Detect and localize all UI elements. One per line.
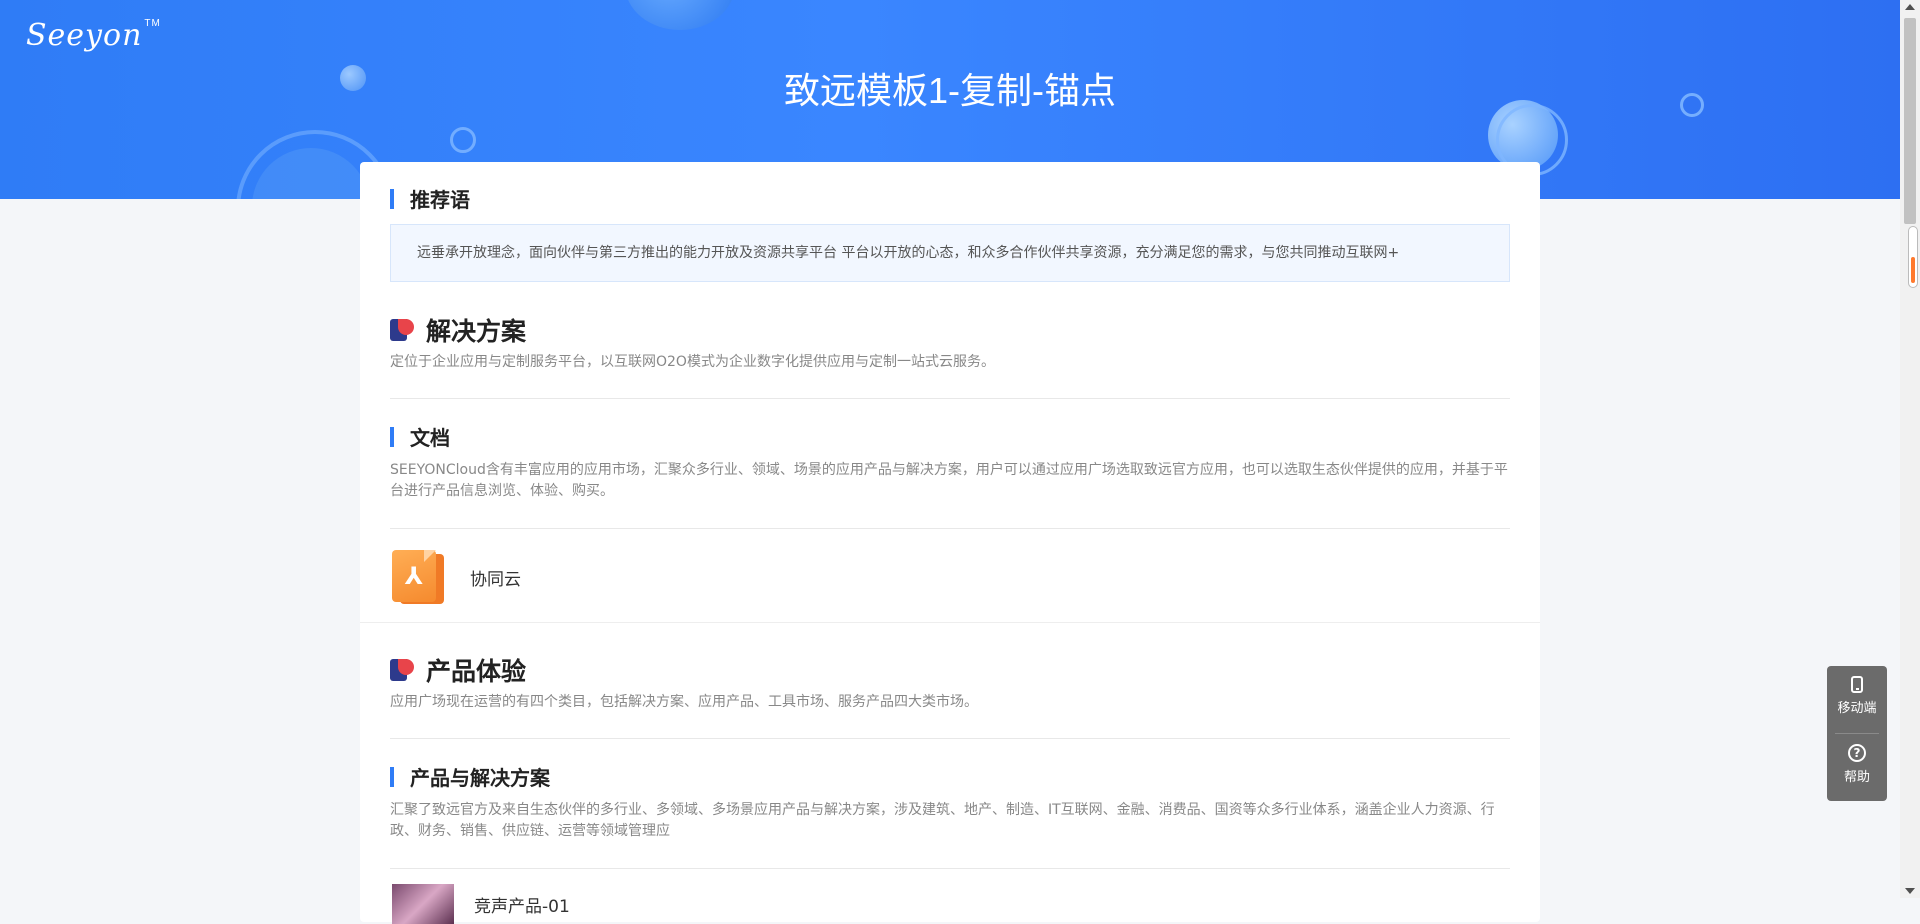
solutions-desc: 定位于企业应用与定制服务平台，以互联网O2O模式为企业数字化提供应用与定制一站式… bbox=[390, 354, 995, 370]
recommend-quote: 远垂承开放理念，面向伙伴与第三方推出的能力开放及资源共享平台 平台以开放的心态，… bbox=[390, 224, 1510, 282]
heading-bar bbox=[390, 188, 394, 209]
mobile-button[interactable]: 移动端 bbox=[1827, 676, 1887, 716]
scroll-up-arrow-icon[interactable] bbox=[1905, 4, 1915, 10]
products-heading-text: 产品与解决方案 bbox=[410, 766, 550, 790]
page-title: 致远模板1-复制-锚点 bbox=[784, 70, 1116, 111]
tool-divider bbox=[1835, 733, 1879, 734]
solutions-heading[interactable]: 解决方案 bbox=[390, 312, 526, 348]
products-desc: 汇聚了致远官方及来自生态伙伴的多行业、多领域、多场景应用产品与解决方案，涉及建筑… bbox=[390, 802, 1495, 839]
heading-bar bbox=[390, 766, 394, 787]
file-item[interactable]: ⅄ 协同云 bbox=[392, 550, 521, 604]
divider bbox=[390, 868, 1510, 869]
page-scrollbar[interactable] bbox=[1900, 0, 1920, 898]
help-button[interactable]: ? 帮助 bbox=[1827, 744, 1887, 785]
seeyon-logo[interactable]: Seeyon TM bbox=[26, 18, 161, 53]
phone-icon bbox=[1851, 676, 1863, 693]
product-name: 竞声产品-01 bbox=[474, 896, 570, 917]
file-name: 协同云 bbox=[470, 569, 521, 590]
experience-desc: 应用广场现在运营的有四个类目，包括解决方案、应用产品、工具市场、服务产品四大类市… bbox=[390, 694, 978, 710]
help-label: 帮助 bbox=[1843, 770, 1870, 785]
logo-tm: TM bbox=[144, 18, 161, 29]
docs-heading[interactable]: 文档 bbox=[390, 422, 450, 451]
docs-heading-text: 文档 bbox=[410, 426, 450, 450]
decor-bubble bbox=[625, 0, 735, 30]
products-heading[interactable]: 产品与解决方案 bbox=[390, 762, 550, 791]
section-divider bbox=[360, 622, 1540, 623]
content-card: 推荐语 远垂承开放理念，面向伙伴与第三方推出的能力开放及资源共享平台 平台以开放… bbox=[360, 162, 1540, 924]
solutions-heading-text: 解决方案 bbox=[426, 317, 527, 346]
help-icon: ? bbox=[1848, 744, 1866, 762]
docs-desc: SEEYONCloud含有丰富应用的应用市场，汇聚众多行业、领域、场景的应用产品… bbox=[390, 462, 1508, 499]
experience-heading-text: 产品体验 bbox=[426, 657, 527, 686]
pdf-file-icon: ⅄ bbox=[392, 550, 444, 604]
product-thumbnail bbox=[392, 884, 454, 924]
scroll-thumb[interactable] bbox=[1904, 18, 1916, 224]
mobile-label: 移动端 bbox=[1837, 701, 1877, 716]
recommend-heading: 推荐语 bbox=[390, 184, 470, 213]
flag-icon bbox=[390, 659, 414, 681]
divider bbox=[390, 398, 1510, 399]
side-tools: 移动端 ? 帮助 bbox=[1827, 666, 1887, 801]
scroll-indicator bbox=[1908, 226, 1918, 288]
divider bbox=[390, 738, 1510, 739]
decor-ring bbox=[450, 127, 476, 153]
scroll-down-arrow-icon[interactable] bbox=[1905, 888, 1915, 894]
heading-bar bbox=[390, 426, 394, 447]
divider bbox=[390, 528, 1510, 529]
product-item[interactable]: 竞声产品-01 bbox=[392, 884, 570, 924]
logo-text: Seeyon bbox=[26, 18, 143, 53]
recommend-heading-text: 推荐语 bbox=[410, 188, 470, 212]
experience-heading[interactable]: 产品体验 bbox=[390, 652, 526, 688]
flag-icon bbox=[390, 319, 414, 341]
